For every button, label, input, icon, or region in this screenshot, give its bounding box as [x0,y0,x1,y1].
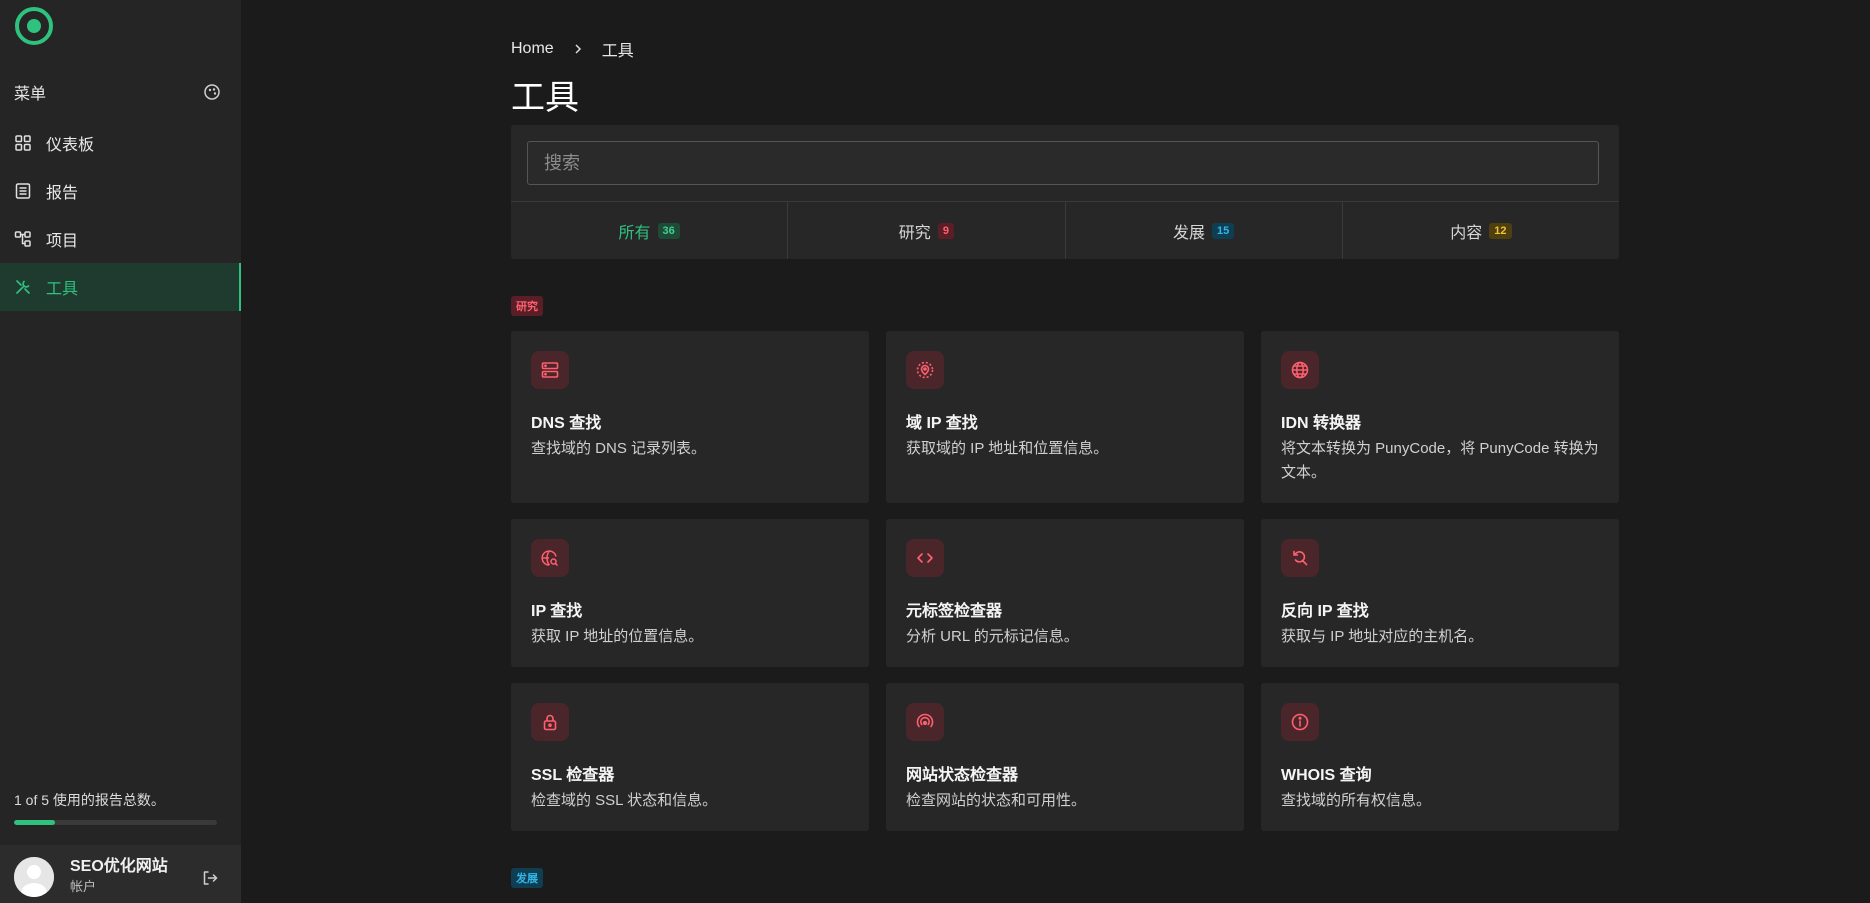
tab-label: 内容 [1450,224,1483,242]
tool-card-whois-lookup[interactable]: WHOIS 查询 查找域的所有权信息。 [1261,683,1619,831]
usage-text: 1 of 5 使用的报告总数。 [14,792,165,808]
app-logo-icon[interactable] [14,6,54,46]
account-panel[interactable]: SEO优化网站 帐户 [0,845,241,903]
account-text: SEO优化网站 帐户 [70,857,168,895]
count-badge: 12 [1489,222,1512,239]
tab-research[interactable]: 研究 9 [788,202,1066,259]
tool-card-description: 获取与 IP 地址对应的主机名。 [1281,628,1484,645]
menu-header: 菜单 [14,80,221,104]
tool-card-title: 域 IP 查找 [906,415,978,432]
page-title: 工具 [511,79,579,117]
tool-card-ip-lookup[interactable]: IP 查找 获取 IP 地址的位置信息。 [511,519,869,667]
user-avatar-icon [14,857,54,897]
globe-search-icon [531,539,569,577]
sidebar-item-label: 报告 [46,185,79,202]
category-tabs: 所有 36 研究 9 发展 15 内容 12 [511,201,1619,259]
sidebar-item-projects[interactable]: 项目 [0,215,241,263]
tool-card-ssl-checker[interactable]: SSL 检查器 检查域的 SSL 状态和信息。 [511,683,869,831]
tab-all[interactable]: 所有 36 [511,202,789,259]
globe-icon [1281,351,1319,389]
sidebar-item-tools[interactable]: 工具 [0,263,241,311]
tab-label: 研究 [898,224,931,242]
section-tag-develop: 发展 [511,868,543,888]
tool-card-domain-ip-lookup[interactable]: 域 IP 查找 获取域的 IP 地址和位置信息。 [886,331,1244,503]
report-icon [14,182,32,200]
server-icon [531,351,569,389]
sidebar-item-dashboard[interactable]: 仪表板 [0,119,241,167]
tool-card-website-status-checker[interactable]: 网站状态检查器 检查网站的状态和可用性。 [886,683,1244,831]
tool-card-description: 检查域的 SSL 状态和信息。 [531,792,718,809]
lock-icon [531,703,569,741]
tool-card-title: WHOIS 查询 [1281,767,1372,784]
sidebar-item-reports[interactable]: 报告 [0,167,241,215]
location-pin-icon [906,351,944,389]
tab-content[interactable]: 内容 12 [1343,202,1619,259]
breadcrumb: Home 工具 [511,37,634,61]
usage-summary: 1 of 5 使用的报告总数。 [14,790,217,825]
sidebar-item-label: 仪表板 [46,137,95,154]
project-icon [14,230,32,248]
breadcrumb-home-link[interactable]: Home [511,40,554,58]
avatar[interactable] [14,857,54,897]
usage-progress-fill [14,820,55,825]
breadcrumb-current: 工具 [601,43,634,60]
tool-card-description: 检查网站的状态和可用性。 [906,792,1087,809]
sidebar-item-label: 工具 [46,281,79,298]
count-badge: 15 [1212,222,1235,239]
logout-icon[interactable] [201,869,219,887]
sidebar: 菜单 仪表板 报告 项目 工具 1 of 5 使用的报告总数。 SEO优化网站 … [0,0,241,903]
tool-card-idn-converter[interactable]: IDN 转换器 将文本转换为 PunyCode，将 PunyCode 转换为文本… [1261,331,1619,503]
tool-card-title: 网站状态检查器 [906,767,1019,784]
account-subtitle: 帐户 [70,879,97,895]
section-tag-research: 研究 [511,296,543,316]
tool-card-description: 查找域的所有权信息。 [1281,792,1432,809]
tool-card-title: SSL 检查器 [531,767,615,784]
reverse-search-icon [1281,539,1319,577]
tool-card-meta-tag-checker[interactable]: 元标签检查器 分析 URL 的元标记信息。 [886,519,1244,667]
code-icon [906,539,944,577]
tool-card-title: DNS 查找 [531,415,602,432]
tool-card-title: IDN 转换器 [1281,415,1362,432]
sidebar-item-label: 项目 [46,233,79,250]
tab-label: 所有 [618,224,651,242]
sidebar-nav: 仪表板 报告 项目 工具 [0,119,241,311]
chevron-right-icon [572,43,584,55]
tool-card-description: 将文本转换为 PunyCode，将 PunyCode 转换为文本。 [1281,440,1599,481]
grid-icon [14,134,32,152]
tool-card-title: 元标签检查器 [906,603,1003,620]
count-badge: 36 [657,222,680,239]
tool-card-description: 分析 URL 的元标记信息。 [906,628,1079,645]
usage-progress-bar [14,820,217,825]
info-icon [1281,703,1319,741]
count-badge: 9 [937,222,954,239]
tool-card-dns-lookup[interactable]: DNS 查找 查找域的 DNS 记录列表。 [511,331,869,503]
tools-icon [14,278,32,296]
search-input[interactable] [527,141,1599,185]
menu-label: 菜单 [14,86,47,103]
tool-card-title: IP 查找 [531,603,583,620]
tool-card-reverse-ip-lookup[interactable]: 反向 IP 查找 获取与 IP 地址对应的主机名。 [1261,519,1619,667]
tool-card-title: 反向 IP 查找 [1281,603,1369,620]
tool-card-description: 获取域的 IP 地址和位置信息。 [906,440,1109,457]
filter-panel: 所有 36 研究 9 发展 15 内容 12 [511,125,1619,259]
signal-icon [906,703,944,741]
tab-develop[interactable]: 发展 15 [1066,202,1343,259]
tool-card-description: 获取 IP 地址的位置信息。 [531,628,704,645]
tool-card-description: 查找域的 DNS 记录列表。 [531,440,707,457]
tab-label: 发展 [1172,224,1205,242]
account-name: SEO优化网站 [70,858,168,875]
theme-toggle-icon[interactable] [203,83,221,101]
